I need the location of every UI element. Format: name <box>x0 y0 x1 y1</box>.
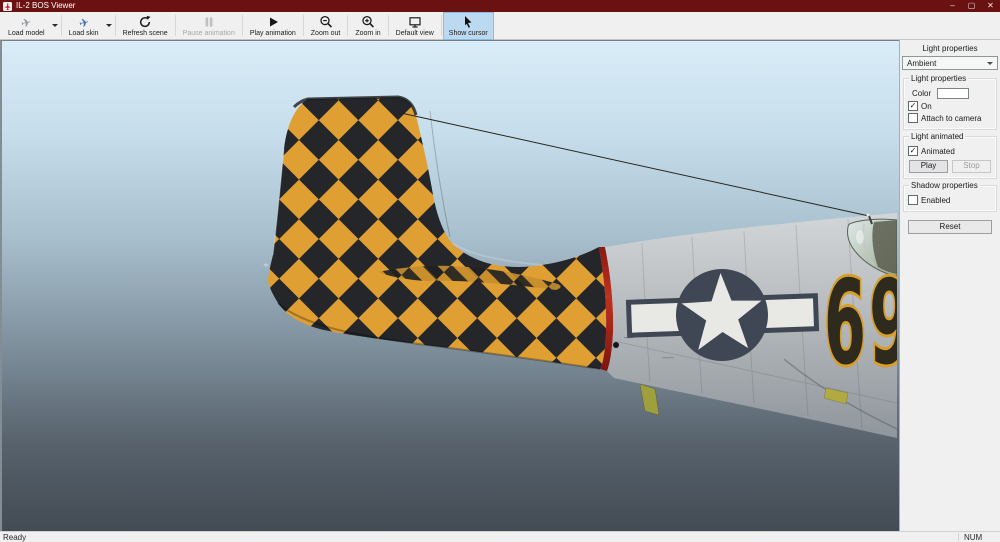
pause-animation-button: Pause animation <box>177 12 241 40</box>
reset-button[interactable]: Reset <box>908 220 992 234</box>
toolbar-separator <box>242 15 243 36</box>
chevron-down-icon <box>987 62 993 65</box>
close-button[interactable]: ✕ <box>981 0 1000 12</box>
load-skin-button[interactable]: ✈ Load skin <box>63 12 105 40</box>
toolbar-separator <box>388 15 389 36</box>
attach-to-camera-label: Attach to camera <box>921 114 981 123</box>
app-icon <box>3 2 12 11</box>
maximize-button[interactable]: ▢ <box>962 0 981 12</box>
title-bar: IL-2 BOS Viewer – ▢ ✕ <box>0 0 1000 12</box>
default-view-button[interactable]: Default view <box>390 12 440 40</box>
chevron-down-icon <box>106 24 112 27</box>
toolbar-separator <box>61 15 62 36</box>
num-lock-indicator: NUM <box>959 533 1000 542</box>
refresh-scene-button[interactable]: Refresh scene <box>117 12 174 40</box>
play-button[interactable]: Play <box>909 160 948 173</box>
zoom-in-icon <box>361 16 375 29</box>
shadow-enabled-checkbox[interactable] <box>908 195 918 205</box>
animated-label: Animated <box>921 147 955 156</box>
zoom-out-icon <box>319 16 333 29</box>
aircraft-scene: 69 <box>2 41 897 531</box>
3d-viewport[interactable]: 69 <box>0 40 899 531</box>
zoom-in-button[interactable]: Zoom in <box>349 12 386 40</box>
checkered-tail <box>264 97 607 369</box>
shadow-enabled-label: Enabled <box>921 196 950 205</box>
stop-button: Stop <box>952 160 991 173</box>
window-title: IL-2 BOS Viewer <box>16 0 75 12</box>
shadow-properties-group: Shadow properties Enabled <box>903 185 997 212</box>
status-text: Ready <box>0 533 26 542</box>
status-bar: Ready NUM <box>0 531 1000 542</box>
zoom-out-button[interactable]: Zoom out <box>305 12 347 40</box>
minimize-button[interactable]: – <box>943 0 962 12</box>
color-label: Color <box>912 89 931 98</box>
chevron-down-icon <box>52 24 58 27</box>
light-animated-group: Light animated ✓ Animated Play Stop <box>903 136 997 179</box>
attach-to-camera-checkbox[interactable] <box>908 113 918 123</box>
panel-title: Light properties <box>900 40 1000 56</box>
play-icon <box>266 16 280 29</box>
airplane-gray-icon: ✈ <box>20 14 33 29</box>
refresh-icon <box>138 16 152 29</box>
light-properties-group: Light properties Color ✓ On Attach to ca… <box>903 78 997 130</box>
antenna-wire <box>401 113 872 224</box>
toolbar-separator <box>303 15 304 36</box>
show-cursor-button[interactable]: Show cursor <box>443 12 494 40</box>
light-properties-panel: Light properties Ambient Light propertie… <box>899 40 1000 531</box>
app-window: IL-2 BOS Viewer – ▢ ✕ ✈ Load model ✈ Loa… <box>0 0 1000 542</box>
load-skin-dropdown[interactable] <box>105 13 114 38</box>
monitor-icon <box>408 16 422 29</box>
on-label: On <box>921 102 932 111</box>
load-model-button[interactable]: ✈ Load model <box>2 12 51 40</box>
airplane-blue-icon: ✈ <box>77 14 90 29</box>
light-source-select[interactable]: Ambient <box>902 56 998 70</box>
cursor-icon <box>461 16 475 29</box>
toolbar-separator <box>441 15 442 36</box>
play-animation-button[interactable]: Play animation <box>244 12 302 40</box>
animated-checkbox[interactable]: ✓ <box>908 146 918 156</box>
toolbar-separator <box>175 15 176 36</box>
color-swatch[interactable] <box>937 88 969 99</box>
tail-number: 69 <box>824 255 897 391</box>
toolbar: ✈ Load model ✈ Load skin Refresh scene P… <box>0 12 1000 40</box>
light-source-value: Ambient <box>907 59 936 68</box>
toolbar-separator <box>347 15 348 36</box>
toolbar-separator <box>115 15 116 36</box>
pause-icon <box>202 16 216 29</box>
on-checkbox[interactable]: ✓ <box>908 101 918 111</box>
load-model-dropdown[interactable] <box>51 13 60 38</box>
